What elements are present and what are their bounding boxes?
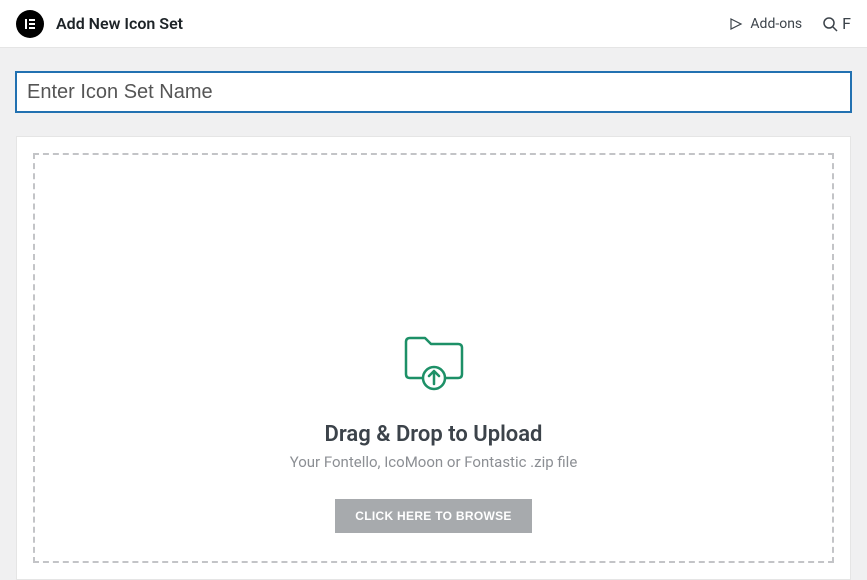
content-area: Drag & Drop to Upload Your Fontello, Ico…	[0, 48, 867, 580]
upload-panel: Drag & Drop to Upload Your Fontello, Ico…	[16, 136, 851, 580]
elementor-logo[interactable]	[16, 10, 44, 38]
dropzone-subtitle: Your Fontello, IcoMoon or Fontastic .zip…	[290, 453, 578, 471]
search-icon	[822, 16, 838, 32]
dropzone-title: Drag & Drop to Upload	[325, 422, 543, 447]
finder-label-partial: F	[842, 14, 851, 33]
header-left: Add New Icon Set	[16, 10, 183, 38]
browse-button[interactable]: CLICK HERE TO BROWSE	[335, 499, 531, 533]
icon-set-name-input[interactable]	[16, 72, 851, 112]
header-right: Add-ons F	[728, 14, 851, 33]
addons-icon	[728, 16, 744, 32]
upload-dropzone[interactable]: Drag & Drop to Upload Your Fontello, Ico…	[33, 153, 834, 563]
elementor-logo-icon	[23, 17, 37, 31]
page-title: Add New Icon Set	[56, 14, 183, 33]
folder-upload-icon	[401, 330, 467, 398]
page-header: Add New Icon Set Add-ons F	[0, 0, 867, 48]
addons-link[interactable]: Add-ons	[728, 16, 802, 32]
finder-link[interactable]: F	[822, 14, 851, 33]
addons-label: Add-ons	[750, 16, 802, 32]
